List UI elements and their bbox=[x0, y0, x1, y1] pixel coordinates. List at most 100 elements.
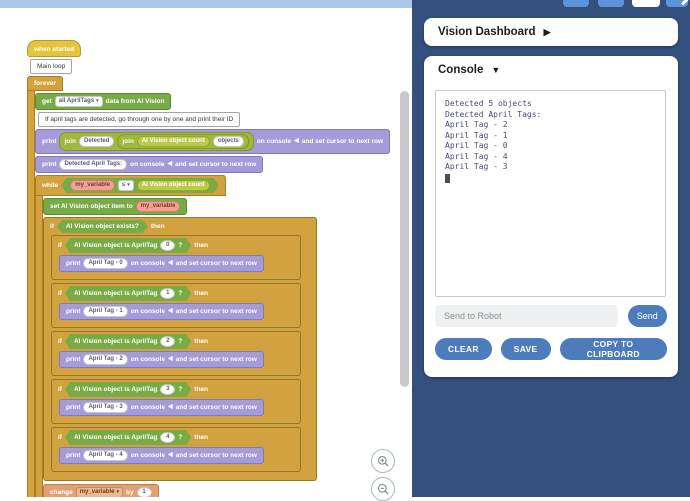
condition-hex[interactable]: AI Vision object is AprilTag0? bbox=[65, 238, 191, 253]
chevron-down-icon: ▾ bbox=[96, 97, 99, 106]
condition-hex[interactable]: AI Vision object is AprilTag3? bbox=[65, 382, 191, 397]
dropdown[interactable]: my_variable▾ bbox=[76, 487, 123, 497]
dropdown-label: all AprilTags bbox=[59, 97, 94, 106]
block-label: AI Vision object is AprilTag bbox=[74, 289, 157, 298]
value-input[interactable]: 1 bbox=[160, 288, 175, 299]
if-apriltag-1-head: ifAI Vision object is AprilTag1?then bbox=[52, 284, 300, 303]
value-input[interactable]: 2 bbox=[160, 336, 175, 347]
copy-to-clipboard-button[interactable]: COPY TO CLIPBOARD bbox=[560, 338, 668, 360]
print-object-count[interactable]: printjoinDetectedjoinAI Vision object co… bbox=[35, 129, 390, 154]
value-input[interactable]: Detected April Tags: bbox=[59, 159, 127, 170]
forever-loop-head[interactable]: forever bbox=[27, 76, 63, 91]
value-input[interactable]: 4 bbox=[160, 432, 175, 443]
zoom-in-button[interactable] bbox=[371, 449, 395, 473]
vision-dashboard-card[interactable]: Vision Dashboard ▶ bbox=[424, 18, 678, 46]
change-my-variable[interactable]: changemy_variable▾by1 bbox=[43, 484, 159, 497]
dropdown-label: ≤ bbox=[122, 181, 125, 190]
top-bar bbox=[0, 0, 412, 8]
console-line: April Tag - 2 bbox=[445, 120, 665, 131]
get-apriltags-block[interactable]: getall AprilTags▾data from AI Vision bbox=[35, 93, 171, 110]
zoom-out-icon bbox=[377, 483, 390, 496]
block-label: then bbox=[194, 385, 208, 394]
print-apriltag-3[interactable]: printApril Tag - 3on console◀and set cur… bbox=[59, 399, 264, 416]
value-input[interactable]: my_variable bbox=[136, 201, 181, 212]
value-input[interactable]: April Tag - 1 bbox=[83, 306, 127, 317]
block-workspace[interactable]: when started Main loop forever getall April… bbox=[0, 8, 412, 497]
if-apriltag-3[interactable]: ifAI Vision object is AprilTag3?thenprin… bbox=[51, 379, 301, 424]
condition-hex[interactable]: AI Vision object is AprilTag1? bbox=[65, 286, 191, 301]
dropdown[interactable]: ≤▾ bbox=[118, 180, 134, 191]
speaker-icon: ◀ bbox=[168, 403, 173, 412]
block-label: ? bbox=[178, 289, 182, 298]
block-label: change bbox=[50, 488, 73, 497]
value-input[interactable]: 3 bbox=[160, 384, 175, 395]
speaker-icon: ◀ bbox=[294, 137, 299, 146]
vertical-scrollbar[interactable] bbox=[400, 91, 409, 387]
value-input[interactable]: 1 bbox=[137, 487, 152, 497]
forever-loop[interactable]: forever getall AprilTags▾data from AI Vis… bbox=[27, 76, 390, 497]
block-label: print bbox=[66, 307, 80, 316]
zoom-out-button[interactable] bbox=[371, 477, 395, 501]
if-apriltag-1[interactable]: ifAI Vision object is AprilTag1?thenprin… bbox=[51, 283, 301, 328]
print-apriltag-0[interactable]: printApril Tag - 0on console◀and set cur… bbox=[59, 255, 264, 272]
console-output[interactable]: Detected 5 objectsDetected April Tags:Ap… bbox=[435, 90, 666, 297]
print-apriltag-1[interactable]: printApril Tag - 1on console◀and set cur… bbox=[59, 303, 264, 320]
block-label: then bbox=[194, 337, 208, 346]
block-label: AI Vision object exists? bbox=[66, 222, 139, 231]
toolbar-button-2[interactable] bbox=[598, 0, 624, 7]
block-label: and set cursor to next row bbox=[175, 160, 256, 169]
block-label: on console bbox=[257, 137, 291, 146]
toolbar-button-3[interactable] bbox=[632, 0, 660, 7]
clear-button[interactable]: CLEAR bbox=[435, 338, 492, 360]
block-label: print bbox=[42, 160, 56, 169]
toolbar-button-1[interactable] bbox=[563, 0, 589, 7]
block-label: and set cursor to next row bbox=[176, 259, 257, 268]
save-button[interactable]: SAVE bbox=[501, 338, 551, 360]
block-label: print bbox=[66, 259, 80, 268]
collapse-arrow-icon[interactable]: ▼ bbox=[491, 65, 500, 75]
join-block[interactable]: joinAI Vision object countobjects bbox=[117, 134, 248, 149]
comment-april-tags[interactable]: If april tags are detected, go through o… bbox=[38, 112, 240, 127]
if-apriltag-2[interactable]: ifAI Vision object is AprilTag2?thenprin… bbox=[51, 331, 301, 376]
value-input[interactable]: AI Vision object count bbox=[137, 180, 210, 191]
value-input[interactable]: my_variable bbox=[70, 180, 115, 191]
value-input[interactable]: AI Vision object count bbox=[137, 136, 210, 147]
speaker-icon: ◀ bbox=[168, 259, 173, 268]
dropdown[interactable]: all AprilTags▾ bbox=[55, 96, 103, 107]
condition-hex[interactable]: AI Vision object is AprilTag4? bbox=[65, 430, 191, 445]
value-input[interactable]: 0 bbox=[160, 240, 175, 251]
condition-hex[interactable]: AI Vision object is AprilTag2? bbox=[65, 334, 191, 349]
send-button[interactable]: Send bbox=[628, 305, 667, 327]
expand-arrow-icon[interactable]: ▶ bbox=[544, 27, 551, 38]
set-vision-object-item[interactable]: set AI Vision object item tomy_variable bbox=[43, 198, 187, 215]
when-started[interactable]: when started bbox=[27, 40, 81, 57]
print-detected-april-tags[interactable]: printDetected April Tags:on console◀and … bbox=[35, 156, 263, 173]
block-label: set AI Vision object item to bbox=[50, 202, 133, 211]
value-input[interactable]: objects bbox=[213, 136, 244, 147]
send-to-robot-input[interactable] bbox=[435, 305, 618, 327]
value-input[interactable]: April Tag - 3 bbox=[83, 402, 127, 413]
if-apriltag-0[interactable]: ifAI Vision object is AprilTag0?thenprin… bbox=[51, 235, 301, 280]
forever-loop-children: getall AprilTags▾data from AI Vision If a… bbox=[35, 91, 390, 497]
while-loop[interactable]: whilemy_variable≤▾AI Vision object count… bbox=[35, 175, 317, 497]
print-apriltag-4[interactable]: printApril Tag - 4on console◀and set cur… bbox=[59, 447, 264, 464]
join-block[interactable]: joinDetectedjoinAI Vision object countob… bbox=[59, 132, 253, 151]
condition-hex[interactable]: my_variable≤▾AI Vision object count bbox=[61, 178, 218, 193]
value-input[interactable]: April Tag - 0 bbox=[83, 258, 127, 269]
block-label: forever bbox=[34, 79, 56, 88]
block-label: AI Vision object is AprilTag bbox=[74, 241, 157, 250]
block-label: and set cursor to next row bbox=[176, 355, 257, 364]
comment-main-loop[interactable]: Main loop bbox=[30, 59, 72, 74]
value-input[interactable]: April Tag - 4 bbox=[83, 450, 127, 461]
print-apriltag-2[interactable]: printApril Tag - 2on console◀and set cur… bbox=[59, 351, 264, 368]
condition-hex[interactable]: AI Vision object exists? bbox=[57, 220, 148, 233]
console-cursor bbox=[445, 174, 450, 183]
block-label: on console bbox=[131, 355, 165, 364]
if-apriltag-3-head: ifAI Vision object is AprilTag3?then bbox=[52, 380, 300, 399]
if-object-exists[interactable]: ifAI Vision object exists?thenifAI Visio… bbox=[43, 217, 317, 481]
block-label: when started bbox=[34, 45, 74, 54]
if-apriltag-4[interactable]: ifAI Vision object is AprilTag4?thenprin… bbox=[51, 427, 301, 472]
while-loop-head[interactable]: whilemy_variable≤▾AI Vision object count bbox=[35, 175, 226, 196]
value-input[interactable]: April Tag - 2 bbox=[83, 354, 127, 365]
value-input[interactable]: Detected bbox=[79, 136, 114, 147]
